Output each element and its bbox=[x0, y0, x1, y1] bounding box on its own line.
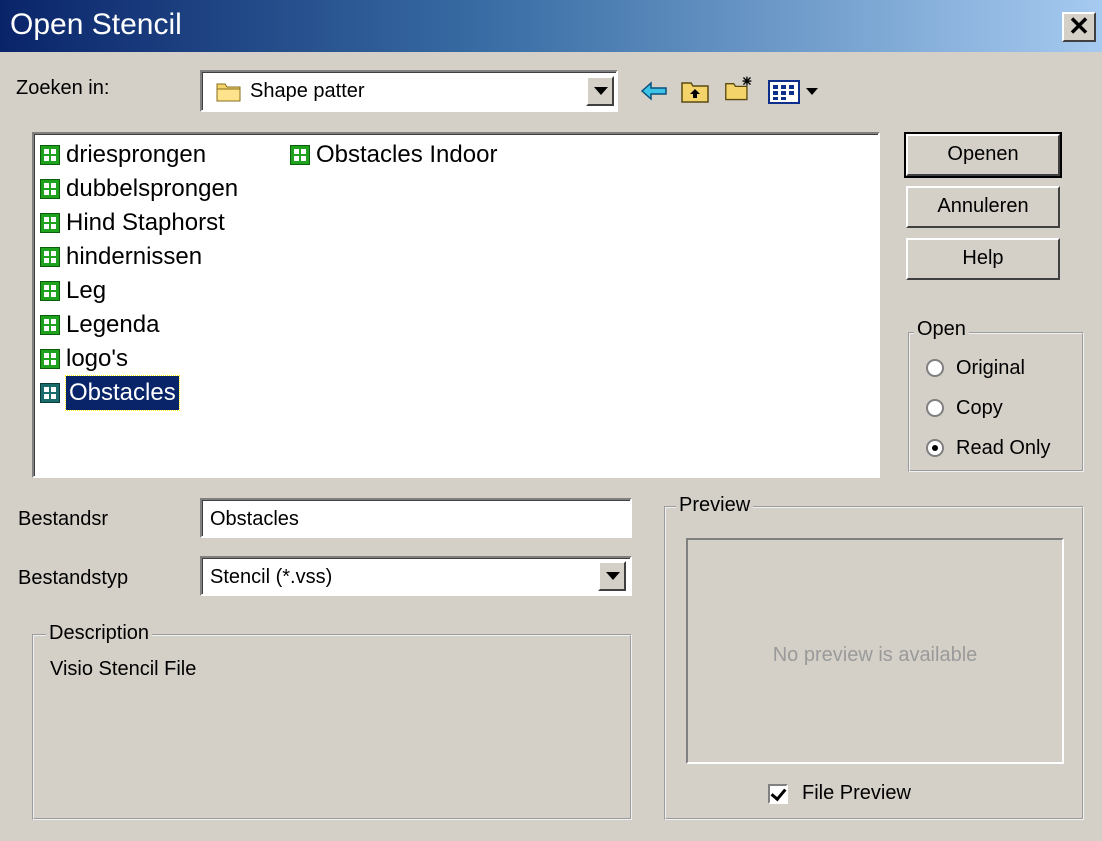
folder-icon bbox=[216, 83, 241, 102]
chevron-down-icon bbox=[594, 87, 608, 95]
filetype-value: Stencil (*.vss) bbox=[210, 566, 333, 588]
preview-message: No preview is available bbox=[772, 644, 978, 666]
radio-copy[interactable]: Copy bbox=[926, 394, 1051, 422]
open-mode-label: Open bbox=[914, 318, 969, 341]
description-text: Visio Stencil File bbox=[50, 658, 197, 680]
new-folder-icon[interactable] bbox=[724, 74, 754, 104]
file-preview-label: File Preview bbox=[802, 782, 911, 804]
file-list[interactable]: driesprongen dubbelsprongen Hind Staphor… bbox=[32, 132, 880, 478]
stencil-file-icon bbox=[40, 179, 60, 199]
close-button[interactable]: ✕ bbox=[1062, 12, 1096, 42]
radio-original[interactable]: Original bbox=[926, 354, 1051, 382]
filename-input[interactable]: Obstacles bbox=[200, 498, 632, 538]
open-button[interactable]: Openen bbox=[904, 132, 1062, 178]
stencil-file-icon bbox=[40, 247, 60, 267]
list-item[interactable]: logo's bbox=[40, 342, 238, 376]
radio-button[interactable] bbox=[926, 359, 944, 377]
radio-button[interactable] bbox=[926, 399, 944, 417]
file-list-column-2: Obstacles Indoor bbox=[290, 138, 497, 172]
list-item[interactable]: Obstacles Indoor bbox=[290, 138, 497, 172]
look-in-dropdown-button[interactable] bbox=[586, 76, 614, 106]
look-in-value: Shape patter bbox=[250, 80, 365, 102]
preview-group: No preview is available File Preview bbox=[664, 506, 1084, 820]
preview-area: No preview is available bbox=[686, 538, 1064, 764]
stencil-file-icon bbox=[40, 349, 60, 369]
file-preview-checkbox[interactable] bbox=[768, 783, 788, 804]
radio-button[interactable] bbox=[926, 439, 944, 457]
filetype-combo[interactable]: Stencil (*.vss) bbox=[200, 556, 632, 596]
stencil-file-icon bbox=[290, 145, 310, 165]
preview-label: Preview bbox=[676, 494, 754, 517]
window-title: Open Stencil bbox=[10, 8, 182, 41]
description-group: Visio Stencil File bbox=[32, 634, 632, 820]
filename-value: Obstacles bbox=[210, 508, 299, 530]
filename-label: Bestandsr bbox=[18, 508, 109, 530]
list-item[interactable]: Leg bbox=[40, 274, 238, 308]
file-list-column-1: driesprongen dubbelsprongen Hind Staphor… bbox=[40, 138, 238, 411]
look-in-label: Zoeken in: bbox=[16, 77, 110, 99]
list-item[interactable]: dubbelsprongen bbox=[40, 172, 238, 206]
list-item-selected[interactable]: Obstacles bbox=[40, 375, 238, 411]
list-item[interactable]: Legenda bbox=[40, 308, 238, 342]
up-folder-icon[interactable] bbox=[680, 76, 710, 106]
look-in-combo[interactable]: Shape patter bbox=[200, 70, 618, 112]
description-label: Description bbox=[46, 622, 153, 645]
open-mode-options: Original Copy Read Only bbox=[926, 354, 1051, 462]
filetype-label: Bestandstyp bbox=[18, 567, 129, 589]
filetype-dropdown-button[interactable] bbox=[598, 561, 626, 591]
open-mode-group: Original Copy Read Only bbox=[908, 332, 1084, 472]
list-item[interactable]: hindernissen bbox=[40, 240, 238, 274]
stencil-file-icon bbox=[40, 145, 60, 165]
stencil-file-icon bbox=[40, 315, 60, 335]
title-bar[interactable]: Open Stencil ✕ bbox=[0, 0, 1102, 52]
stencil-file-icon bbox=[40, 213, 60, 233]
cancel-button[interactable]: Annuleren bbox=[906, 186, 1060, 228]
file-preview-checkbox-row[interactable]: File Preview bbox=[768, 782, 911, 805]
stencil-file-icon bbox=[40, 383, 60, 403]
help-button[interactable]: Help bbox=[906, 238, 1060, 280]
list-item[interactable]: Hind Staphorst bbox=[40, 206, 238, 240]
radio-read-only[interactable]: Read Only bbox=[926, 434, 1051, 462]
close-icon: ✕ bbox=[1068, 11, 1090, 41]
chevron-down-icon bbox=[606, 572, 620, 580]
back-arrow-icon[interactable] bbox=[640, 76, 670, 106]
list-item[interactable]: driesprongen bbox=[40, 138, 238, 172]
stencil-file-icon bbox=[40, 281, 60, 301]
view-menu-icon[interactable] bbox=[768, 80, 830, 104]
